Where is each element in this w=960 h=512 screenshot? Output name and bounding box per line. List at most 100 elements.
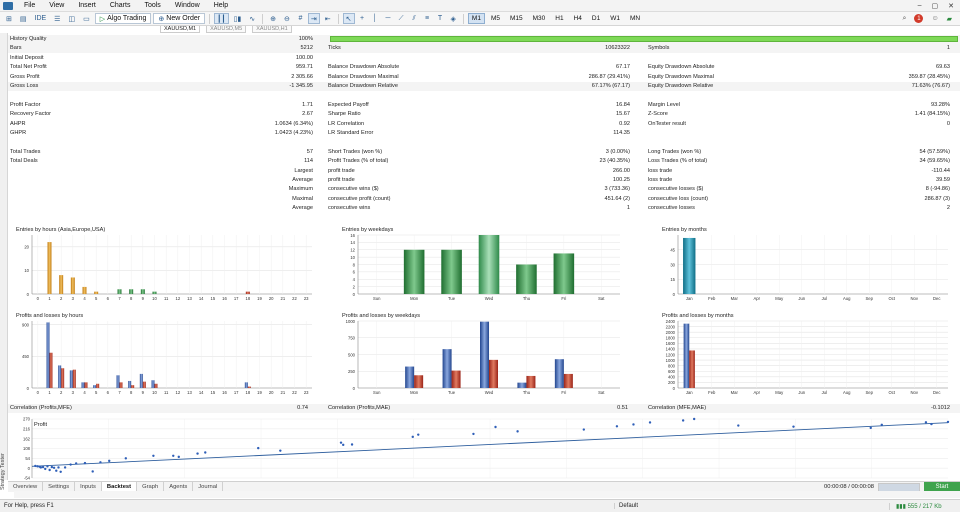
text-icon[interactable]: T [435, 13, 446, 24]
account-icon[interactable]: ☺ [931, 15, 938, 22]
chart-tabs: XAUUSD,M1 XAUUSD,M5 XAUUSD,H1 [160, 26, 292, 33]
loss-bar [72, 369, 76, 388]
horizontal-line-icon[interactable]: ─ [383, 13, 394, 24]
candlestick-icon[interactable]: ▯▮ [231, 13, 245, 24]
cursor-icon[interactable]: ↖ [342, 13, 355, 24]
stat-label: loss trade [648, 177, 673, 183]
x-tick-label: 3 [72, 296, 75, 301]
x-tick-label: Dec [933, 390, 940, 395]
timeframe-h1[interactable]: H1 [551, 13, 567, 24]
grid-icon[interactable]: # [295, 13, 306, 24]
stat-label: Long Trades (won %) [648, 148, 702, 155]
play-icon: ▷ [99, 15, 106, 23]
scatter-point [91, 470, 94, 473]
line-chart-icon[interactable]: ∿ [246, 13, 258, 24]
close-button[interactable]: ✕ [948, 2, 954, 10]
menu-charts[interactable]: Charts [103, 2, 138, 9]
x-tick-label: 10 [152, 296, 157, 301]
x-tick-label: May [775, 390, 784, 395]
backtest-report: History Quality 100% Bars 5212 Ticks 10623322… [8, 35, 960, 480]
timeframe-m5[interactable]: M5 [487, 13, 504, 24]
x-tick-label: 9 [142, 296, 145, 301]
stats-row: Average consecutive wins 1 consecutive loss… [8, 204, 960, 213]
x-tick-label: Sun [373, 390, 381, 395]
timeframe-mn[interactable]: MN [626, 13, 644, 24]
stat-value: 34 (59.65%) [919, 158, 950, 165]
timeframe-d1[interactable]: D1 [588, 13, 604, 24]
stat-value: 100.00 [295, 54, 313, 61]
x-tick-label: Oct [888, 296, 895, 301]
profiles-icon[interactable]: ▤ [17, 13, 30, 24]
menu-insert[interactable]: Insert [71, 2, 103, 9]
timeframe-m30[interactable]: M30 [529, 13, 550, 24]
minimize-button[interactable]: – [918, 2, 922, 10]
menu-help[interactable]: Help [207, 2, 235, 9]
auto-scroll-icon[interactable]: ⇥ [307, 13, 320, 24]
chart-tab[interactable]: XAUUSD,M5 [206, 26, 247, 33]
stats-row: History Quality 100% [8, 35, 960, 44]
menu-file[interactable]: File [17, 2, 42, 9]
x-tick-label: Oct [888, 390, 895, 395]
scatter-point [615, 425, 619, 428]
bar-chart-icon[interactable]: ┃┃ [214, 13, 229, 24]
trendline-icon[interactable]: ⟋ [396, 13, 407, 24]
x-tick-label: Apr [753, 390, 760, 395]
chart-tab[interactable]: XAUUSD,H1 [252, 26, 292, 33]
stat-value: 114 [304, 158, 313, 165]
navigator-icon[interactable]: ◫ [65, 13, 78, 24]
timeframe-m1[interactable]: M1 [467, 13, 485, 24]
timeframe-m15[interactable]: M15 [506, 13, 527, 24]
stat-label: Total Net Profit [10, 64, 47, 71]
x-tick-label: 22 [292, 390, 297, 395]
menu-view[interactable]: View [42, 2, 71, 9]
elapsed-time: 00:00:08 / 00:00:08 [824, 484, 874, 490]
scatter-point [257, 446, 260, 450]
profit-bar [128, 380, 132, 388]
stat-label: Average [292, 205, 313, 212]
zoom-in-icon[interactable]: ⊕ [267, 13, 279, 24]
y-tick-label: 14 [350, 240, 355, 245]
algo-trading-button[interactable]: ▷ Algo Trading [94, 13, 152, 24]
market-watch-icon[interactable]: ☰ [51, 13, 63, 24]
stat-value: 1.71 [302, 101, 313, 108]
vertical-line-icon[interactable]: │ [370, 13, 381, 24]
chart-shift-icon[interactable]: ⇤ [322, 13, 334, 24]
x-tick-label: 7 [118, 296, 121, 301]
terminal-icon[interactable]: ▭ [80, 13, 93, 24]
scatter-point [472, 432, 475, 436]
y-tick-label: 2400 [666, 319, 676, 324]
x-tick-label: Jul [822, 390, 827, 395]
new-chart-icon[interactable]: ⊞ [3, 13, 15, 24]
notifications-badge[interactable]: 1 [914, 14, 924, 23]
new-order-button[interactable]: ⊕ New Order [153, 13, 206, 24]
scatter-point [204, 451, 207, 454]
correlation-row: Correlation (Profits,MFE) 0.74 Correlation… [8, 404, 960, 413]
timeframe-h4[interactable]: H4 [570, 13, 586, 24]
scatter-point [83, 461, 87, 465]
crosshair-icon[interactable]: + [357, 13, 368, 24]
stats-row: Bars 5212 Ticks 10623322 Symbols 1 [8, 44, 960, 54]
shapes-icon[interactable]: ◈ [448, 13, 459, 24]
maximize-button[interactable]: ▢ [932, 2, 939, 10]
separator [462, 13, 464, 24]
bar [82, 286, 87, 294]
timeframe-w1[interactable]: W1 [606, 13, 624, 24]
new-order-label: New Order [166, 15, 201, 22]
x-tick-label: Fri [561, 296, 566, 301]
search-icon[interactable]: ⌕ [903, 15, 907, 23]
loss-bar [119, 382, 123, 388]
stat-label: consecutive wins ($) [328, 186, 379, 193]
ide-icon[interactable]: IDE [32, 13, 50, 24]
horizontal-scrollbar[interactable] [14, 491, 960, 498]
loss-bar [142, 381, 146, 388]
chart-tab[interactable]: XAUUSD,M1 [160, 26, 201, 33]
zoom-out-icon[interactable]: ⊖ [281, 13, 293, 24]
y-tick-label: 0 [27, 386, 30, 391]
menu-window[interactable]: Window [168, 2, 207, 9]
x-tick-label: Aug [843, 390, 851, 395]
menu-tools[interactable]: Tools [137, 2, 167, 9]
stat-value: 1.0634 (6.34%) [274, 120, 313, 127]
bar [245, 291, 250, 294]
channel-icon[interactable]: ⫽ [409, 13, 420, 24]
fibonacci-icon[interactable]: ≡ [422, 13, 433, 24]
